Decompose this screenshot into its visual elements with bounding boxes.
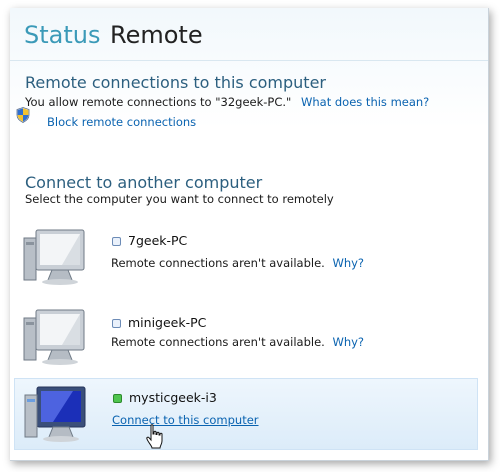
computer-item-selected[interactable]: mysticgeek-i3 Connect to this computer <box>14 378 478 450</box>
computer-name: 7geek-PC <box>128 233 188 248</box>
status-text: Remote connections aren't available. <box>111 335 325 349</box>
computer-monitor-icon <box>23 229 85 285</box>
tab-remote[interactable]: Remote <box>110 20 203 50</box>
computer-item[interactable]: minigeek-PC Remote connections aren't av… <box>14 302 476 374</box>
allow-remote-label: You allow remote connections to "32geek-… <box>25 95 292 109</box>
hand-cursor-icon <box>146 424 163 449</box>
computer-status: Remote connections aren't available. Why… <box>111 335 364 349</box>
what-does-this-mean-link[interactable]: What does this mean? <box>301 95 429 109</box>
offline-status-icon <box>112 237 121 246</box>
tab-status[interactable]: Status <box>24 20 100 50</box>
allow-remote-text: You allow remote connections to "32geek-… <box>25 95 429 109</box>
uac-shield-icon <box>16 107 30 123</box>
divider <box>10 60 488 61</box>
block-remote-connections-link[interactable]: Block remote connections <box>47 115 196 129</box>
computer-name: minigeek-PC <box>128 315 207 330</box>
connect-to-computer-link[interactable]: Connect to this computer <box>112 413 259 427</box>
offline-status-icon <box>112 319 121 328</box>
why-link[interactable]: Why? <box>332 256 364 270</box>
online-status-icon <box>113 394 122 403</box>
remote-connections-heading: Remote connections to this computer <box>25 73 326 92</box>
computer-monitor-online-icon <box>24 386 86 442</box>
computer-status: Remote connections aren't available. Why… <box>111 256 364 270</box>
computer-item[interactable]: 7geek-PC Remote connections aren't avail… <box>14 222 476 294</box>
connect-subtitle: Select the computer you want to connect … <box>25 192 334 206</box>
connect-heading: Connect to another computer <box>25 173 263 192</box>
computer-monitor-icon <box>23 309 85 365</box>
why-link[interactable]: Why? <box>332 335 364 349</box>
status-text: Remote connections aren't available. <box>111 256 325 270</box>
computer-name: mysticgeek-i3 <box>129 390 217 405</box>
